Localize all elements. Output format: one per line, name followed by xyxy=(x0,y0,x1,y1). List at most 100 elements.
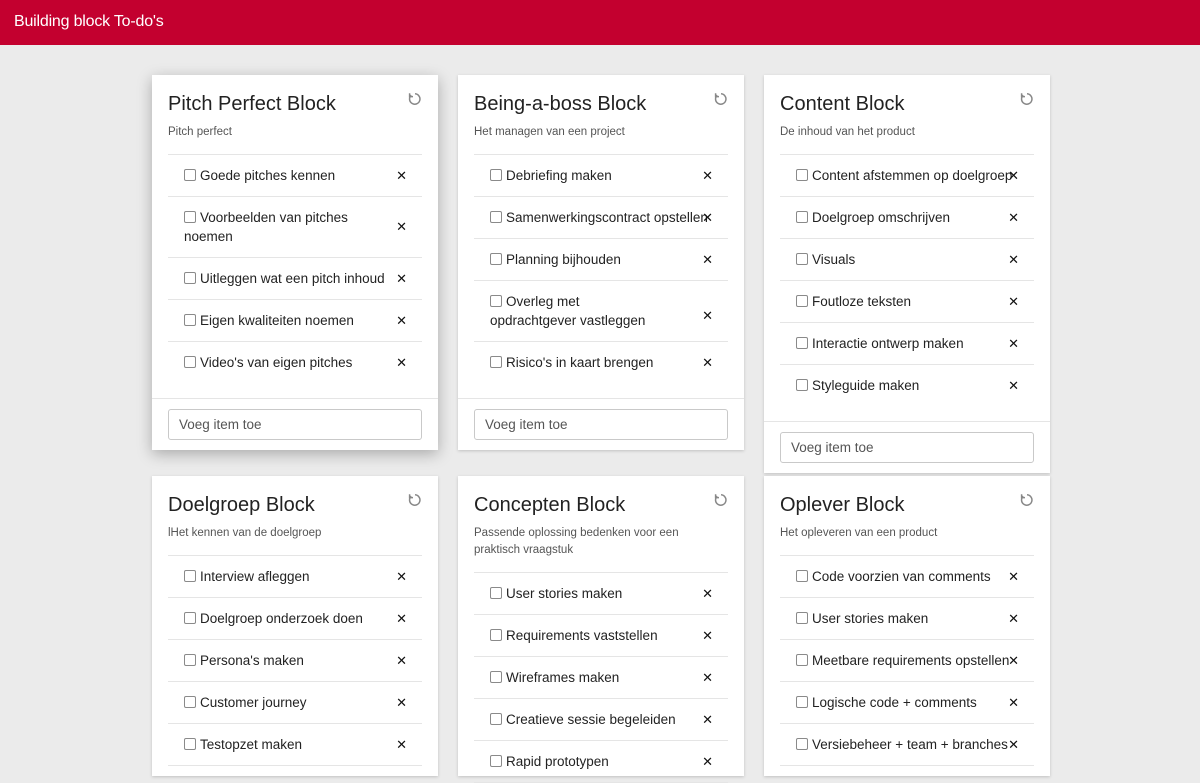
item-checkbox[interactable] xyxy=(490,713,502,725)
todo-list: Goede pitches kennen ✕ Voorbeelden van pi… xyxy=(168,154,422,383)
list-item: Video's van eigen pitches ✕ xyxy=(168,342,422,383)
close-icon[interactable]: ✕ xyxy=(396,355,407,371)
close-icon[interactable]: ✕ xyxy=(1008,252,1019,268)
close-icon[interactable]: ✕ xyxy=(1008,378,1019,394)
item-checkbox[interactable] xyxy=(796,570,808,582)
list-item: Versiebeheer + team + branches ✕ xyxy=(780,724,1034,766)
item-checkbox[interactable] xyxy=(796,169,808,181)
item-checkbox[interactable] xyxy=(184,738,196,750)
item-label: Doelgroep omschrijven xyxy=(812,210,951,225)
item-checkbox[interactable] xyxy=(490,253,502,265)
close-icon[interactable]: ✕ xyxy=(396,695,407,711)
item-label: Meetbare requirements opstellen xyxy=(812,653,1010,668)
reset-icon[interactable] xyxy=(1019,492,1035,508)
add-item-input[interactable] xyxy=(168,409,422,440)
item-checkbox[interactable] xyxy=(490,587,502,599)
item-checkbox[interactable] xyxy=(796,211,808,223)
close-icon[interactable]: ✕ xyxy=(702,712,713,728)
item-checkbox[interactable] xyxy=(490,629,502,641)
todo-list: Interview afleggen ✕ Doelgroep onderzoek … xyxy=(168,555,422,766)
item-label: Customer journey xyxy=(200,695,307,710)
close-icon[interactable]: ✕ xyxy=(702,168,713,184)
close-icon[interactable]: ✕ xyxy=(396,219,407,235)
reset-icon[interactable] xyxy=(1019,91,1035,107)
item-label: Samenwerkingscontract opstellen xyxy=(506,210,708,225)
item-checkbox[interactable] xyxy=(490,169,502,181)
close-icon[interactable]: ✕ xyxy=(1008,695,1019,711)
close-icon[interactable]: ✕ xyxy=(1008,569,1019,585)
item-checkbox[interactable] xyxy=(490,755,502,767)
item-label: User stories maken xyxy=(812,611,929,626)
close-icon[interactable]: ✕ xyxy=(702,210,713,226)
card-title: Content Block xyxy=(780,93,905,115)
item-checkbox[interactable] xyxy=(490,671,502,683)
close-icon[interactable]: ✕ xyxy=(702,628,713,644)
item-checkbox[interactable] xyxy=(490,356,502,368)
reset-icon[interactable] xyxy=(407,492,423,508)
add-item-input[interactable] xyxy=(474,409,728,440)
item-label: Foutloze teksten xyxy=(812,294,912,309)
close-icon[interactable]: ✕ xyxy=(396,737,407,753)
item-label: Eigen kwaliteiten noemen xyxy=(200,313,354,328)
item-label: Risico's in kaart brengen xyxy=(506,355,654,370)
close-icon[interactable]: ✕ xyxy=(1008,210,1019,226)
close-icon[interactable]: ✕ xyxy=(702,586,713,602)
card-title: Being-a-boss Block xyxy=(474,93,647,115)
item-label: Logische code + comments xyxy=(812,695,977,710)
close-icon[interactable]: ✕ xyxy=(1008,168,1019,184)
reset-icon[interactable] xyxy=(713,492,729,508)
close-icon[interactable]: ✕ xyxy=(702,754,713,770)
item-checkbox[interactable] xyxy=(490,211,502,223)
item-checkbox[interactable] xyxy=(490,295,502,307)
item-checkbox[interactable] xyxy=(796,379,808,391)
item-label: Requirements vaststellen xyxy=(506,628,658,643)
item-checkbox[interactable] xyxy=(796,738,808,750)
item-label: Wireframes maken xyxy=(506,670,620,685)
item-checkbox[interactable] xyxy=(184,654,196,666)
item-label: Styleguide maken xyxy=(812,378,920,393)
item-checkbox[interactable] xyxy=(184,696,196,708)
list-item: Testopzet maken ✕ xyxy=(168,724,422,766)
card-description: Het managen van een project xyxy=(474,126,625,138)
item-checkbox[interactable] xyxy=(796,654,808,666)
close-icon[interactable]: ✕ xyxy=(396,168,407,184)
item-checkbox[interactable] xyxy=(796,612,808,624)
list-item: User stories maken ✕ xyxy=(474,573,728,615)
close-icon[interactable]: ✕ xyxy=(396,653,407,669)
list-item: Meetbare requirements opstellen ✕ xyxy=(780,640,1034,682)
item-checkbox[interactable] xyxy=(796,295,808,307)
close-icon[interactable]: ✕ xyxy=(396,569,407,585)
item-checkbox[interactable] xyxy=(184,314,196,326)
close-icon[interactable]: ✕ xyxy=(1008,737,1019,753)
reset-icon[interactable] xyxy=(407,91,423,107)
list-item: Samenwerkingscontract opstellen ✕ xyxy=(474,197,728,239)
item-checkbox[interactable] xyxy=(796,253,808,265)
close-icon[interactable]: ✕ xyxy=(702,252,713,268)
item-checkbox[interactable] xyxy=(184,570,196,582)
close-icon[interactable]: ✕ xyxy=(396,611,407,627)
todo-list: Content afstemmen op doelgroep ✕ Doelgroe… xyxy=(780,154,1034,406)
item-checkbox[interactable] xyxy=(796,696,808,708)
reset-icon[interactable] xyxy=(713,91,729,107)
item-checkbox[interactable] xyxy=(796,337,808,349)
item-checkbox[interactable] xyxy=(184,356,196,368)
close-icon[interactable]: ✕ xyxy=(396,313,407,329)
add-item-row xyxy=(458,398,744,450)
close-icon[interactable]: ✕ xyxy=(702,308,713,324)
close-icon[interactable]: ✕ xyxy=(1008,653,1019,669)
close-icon[interactable]: ✕ xyxy=(702,355,713,371)
list-item: Wireframes maken ✕ xyxy=(474,657,728,699)
list-item: Doelgroep onderzoek doen ✕ xyxy=(168,598,422,640)
close-icon[interactable]: ✕ xyxy=(702,670,713,686)
item-checkbox[interactable] xyxy=(184,169,196,181)
close-icon[interactable]: ✕ xyxy=(396,271,407,287)
close-icon[interactable]: ✕ xyxy=(1008,611,1019,627)
item-checkbox[interactable] xyxy=(184,612,196,624)
close-icon[interactable]: ✕ xyxy=(1008,336,1019,352)
item-label: Overleg met opdrachtgever vastleggen xyxy=(490,294,646,328)
item-checkbox[interactable] xyxy=(184,272,196,284)
list-item: Persona's maken ✕ xyxy=(168,640,422,682)
close-icon[interactable]: ✕ xyxy=(1008,294,1019,310)
item-checkbox[interactable] xyxy=(184,211,196,223)
add-item-input[interactable] xyxy=(780,432,1034,463)
